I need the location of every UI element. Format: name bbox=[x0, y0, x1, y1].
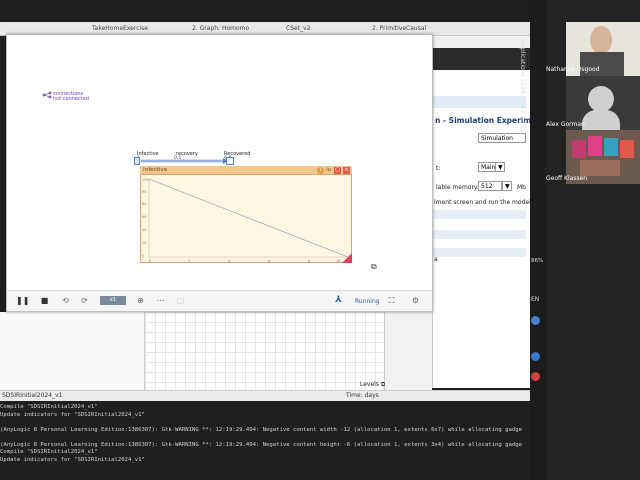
chart-icon-label: lu bbox=[326, 167, 331, 173]
status-model-name: SDSIRInitial2024_v1 bbox=[2, 392, 63, 399]
x-tick: 10 bbox=[336, 259, 341, 263]
side-clock: Applications 2024-01-17 12:29 bbox=[519, 40, 526, 133]
participant-name: Geoff Klassen bbox=[546, 175, 588, 182]
console-line: Update indicators for "SDSIRInitial2024_… bbox=[0, 456, 145, 463]
more-options-icon[interactable]: ⋯ bbox=[156, 296, 165, 305]
run-status: Running bbox=[355, 298, 380, 305]
infective-chart-plot: 100 90 80 60 40 20 0 0 2 4 6 8 10 bbox=[142, 178, 352, 263]
tab-graph[interactable]: 2. Graph: Homomo bbox=[192, 25, 249, 32]
y-tick: 90 bbox=[142, 190, 147, 194]
outline-panel bbox=[384, 312, 432, 390]
top-level-select[interactable]: Main bbox=[478, 162, 496, 172]
experiment-name-field[interactable]: Simulation bbox=[478, 133, 526, 143]
network-icon bbox=[42, 91, 52, 99]
y-tick: 100 bbox=[142, 178, 150, 182]
system-side-panel bbox=[530, 0, 546, 480]
memory-label: lable memory: bbox=[436, 184, 480, 191]
properties-section-strip bbox=[432, 210, 526, 219]
properties-section-strip bbox=[432, 248, 526, 257]
memory-unit: Mb bbox=[517, 184, 526, 191]
y-tick: 60 bbox=[142, 215, 147, 219]
alert-icon[interactable] bbox=[531, 372, 540, 381]
run-until-icon[interactable]: ⟳ bbox=[80, 296, 89, 305]
participant-name: Alex Gorman bbox=[546, 121, 585, 128]
keyboard-language[interactable]: EN bbox=[531, 296, 539, 303]
app-icon[interactable] bbox=[531, 352, 540, 361]
tab-takehome[interactable]: TakeHomeExercise bbox=[92, 25, 148, 32]
properties-title: n - Simulation Experiment bbox=[435, 116, 546, 125]
tab-cset[interactable]: CSet_v2 bbox=[286, 25, 310, 32]
console-line: Compile "SDSIRInitial2024_v1" bbox=[0, 404, 98, 410]
console-output: Compile "SDSIRInitial2024_v1" Update ind… bbox=[0, 401, 530, 480]
chart-resize-handle[interactable] bbox=[342, 253, 352, 263]
memory-spinner-icon[interactable]: ▼ bbox=[502, 181, 512, 191]
infective-stock-label: Infective bbox=[137, 151, 159, 157]
stop-icon[interactable]: ■ bbox=[40, 296, 49, 305]
x-tick: 4 bbox=[228, 259, 231, 263]
chart-info-icon[interactable]: i bbox=[317, 167, 324, 174]
speed-indicator[interactable]: x1 bbox=[100, 296, 126, 305]
graphical-editor-canvas[interactable] bbox=[144, 312, 384, 390]
y-tick: 40 bbox=[142, 228, 147, 232]
x-tick: 8 bbox=[308, 259, 311, 263]
resize-grip-icon[interactable]: ⧉ bbox=[371, 262, 377, 272]
levels-button[interactable]: Levels ⧉ bbox=[360, 381, 385, 389]
console-line: (AnyLogic 8 Personal Learning Edition:13… bbox=[0, 441, 522, 448]
pause-icon[interactable]: ❚❚ bbox=[16, 296, 29, 305]
memory-field[interactable]: 512 bbox=[478, 181, 502, 191]
disabled-tool-icon: ▢ bbox=[176, 296, 185, 305]
x-tick: 2 bbox=[188, 259, 190, 263]
x-tick: 0 bbox=[149, 259, 152, 263]
status-bar bbox=[0, 390, 530, 401]
console-line: Compile "SDSIRInitial2024_v1" bbox=[0, 449, 98, 455]
y-tick: 80 bbox=[142, 202, 147, 206]
dark-tool-strip bbox=[432, 48, 530, 70]
top-level-label: t: bbox=[436, 165, 441, 172]
levels-icon: ⧉ bbox=[380, 381, 386, 388]
secondary-toolbar bbox=[432, 36, 530, 48]
tab-primitive[interactable]: 2. PrimitiveCausal bbox=[372, 25, 426, 32]
settings-icon[interactable]: ⚙ bbox=[411, 296, 420, 305]
fullscreen-icon[interactable]: ⛶ bbox=[387, 296, 396, 305]
connections-status: not connected bbox=[53, 96, 89, 102]
infective-series-line bbox=[148, 178, 349, 258]
chart-minimize-icon[interactable]: ▢ bbox=[334, 167, 341, 174]
top-level-dropdown-icon[interactable]: ▼ bbox=[495, 162, 505, 172]
console-line: (AnyLogic 8 Personal Learning Edition:13… bbox=[0, 426, 522, 433]
chart-close-icon[interactable]: × bbox=[343, 167, 350, 174]
chart-title: Infective bbox=[143, 167, 168, 173]
step-icon[interactable]: ⟲ bbox=[61, 296, 70, 305]
properties-hint: iment screen and run the model bbox=[434, 199, 531, 206]
recovery-flow-pipe[interactable] bbox=[135, 158, 233, 164]
notification-icon[interactable] bbox=[531, 316, 540, 325]
recovered-stock[interactable] bbox=[226, 157, 234, 165]
properties-header bbox=[432, 96, 526, 108]
y-tick: 0 bbox=[142, 254, 145, 258]
console-line: Update indicators for "SDSIRInitial2024_… bbox=[0, 411, 145, 418]
x-tick: 6 bbox=[268, 259, 271, 263]
palette-panel bbox=[0, 312, 144, 390]
participant-name: Nathaniel Osgood bbox=[546, 66, 600, 73]
y-tick: 20 bbox=[142, 241, 147, 245]
status-time-unit: Time: days bbox=[346, 392, 379, 399]
speed-up-icon[interactable]: ⊕ bbox=[136, 296, 145, 305]
anylogic-logo-icon: ⅄ bbox=[335, 295, 342, 305]
battery-level: 86% bbox=[531, 258, 544, 264]
properties-section-strip bbox=[432, 230, 526, 239]
properties-row-label: a bbox=[434, 256, 438, 263]
